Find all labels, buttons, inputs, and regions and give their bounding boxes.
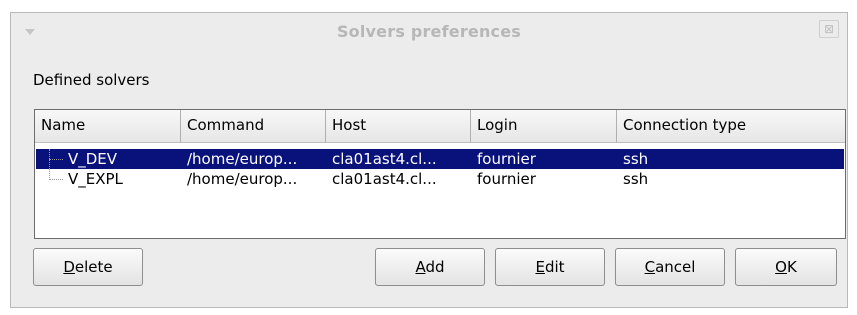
column-header-host[interactable]: Host (326, 110, 471, 142)
cell-command: /home/europ... (187, 170, 298, 188)
edit-button[interactable]: Edit (495, 248, 605, 286)
cell-host: cla01ast4.cl... (332, 170, 437, 188)
solvers-table[interactable]: Name Command Host Login Connection type … (34, 109, 846, 239)
tree-branch-icon (49, 159, 63, 160)
solvers-preferences-dialog: Solvers preferences ⊠ Defined solvers Na… (10, 12, 848, 308)
column-header-command[interactable]: Command (181, 110, 326, 142)
tree-branch-icon (49, 179, 63, 180)
solver-name: V_EXPL (68, 170, 123, 188)
title-bar[interactable]: Solvers preferences ⊠ (11, 13, 847, 51)
ok-mnemonic: O (775, 258, 787, 276)
cancel-label: ancel (655, 258, 696, 276)
ok-label: K (786, 258, 797, 276)
delete-label: elete (74, 258, 113, 276)
close-icon[interactable]: ⊠ (819, 20, 839, 38)
edit-label: dit (544, 258, 565, 276)
edit-mnemonic: E (535, 258, 545, 276)
cell-name: V_DEV (36, 149, 181, 169)
column-header-name[interactable]: Name (35, 110, 181, 142)
delete-button[interactable]: Delete (33, 248, 143, 286)
window-title: Solvers preferences (336, 22, 522, 41)
ok-button[interactable]: OK (735, 248, 837, 286)
cell-login: fournier (477, 150, 536, 168)
add-button[interactable]: Add (375, 248, 485, 286)
cancel-button[interactable]: Cancel (615, 248, 725, 286)
column-header-login[interactable]: Login (471, 110, 617, 142)
cell-login: fournier (477, 170, 536, 188)
add-mnemonic: A (415, 258, 426, 276)
column-header-connection-type[interactable]: Connection type (617, 110, 845, 142)
solver-name: V_DEV (68, 150, 118, 168)
defined-solvers-label: Defined solvers (33, 71, 150, 89)
cell-command: /home/europ... (187, 150, 298, 168)
cancel-mnemonic: C (644, 258, 656, 276)
table-header: Name Command Host Login Connection type (35, 110, 845, 143)
table-row[interactable]: V_DEV /home/europ... cla01ast4.cl... fou… (36, 149, 844, 169)
cell-host: cla01ast4.cl... (332, 150, 437, 168)
cell-connection-type: ssh (623, 170, 649, 188)
cell-connection-type: ssh (623, 150, 649, 168)
add-label: dd (425, 258, 445, 276)
cell-name: V_EXPL (36, 169, 181, 189)
table-row[interactable]: V_EXPL /home/europ... cla01ast4.cl... fo… (36, 169, 844, 189)
delete-mnemonic: D (63, 258, 75, 276)
